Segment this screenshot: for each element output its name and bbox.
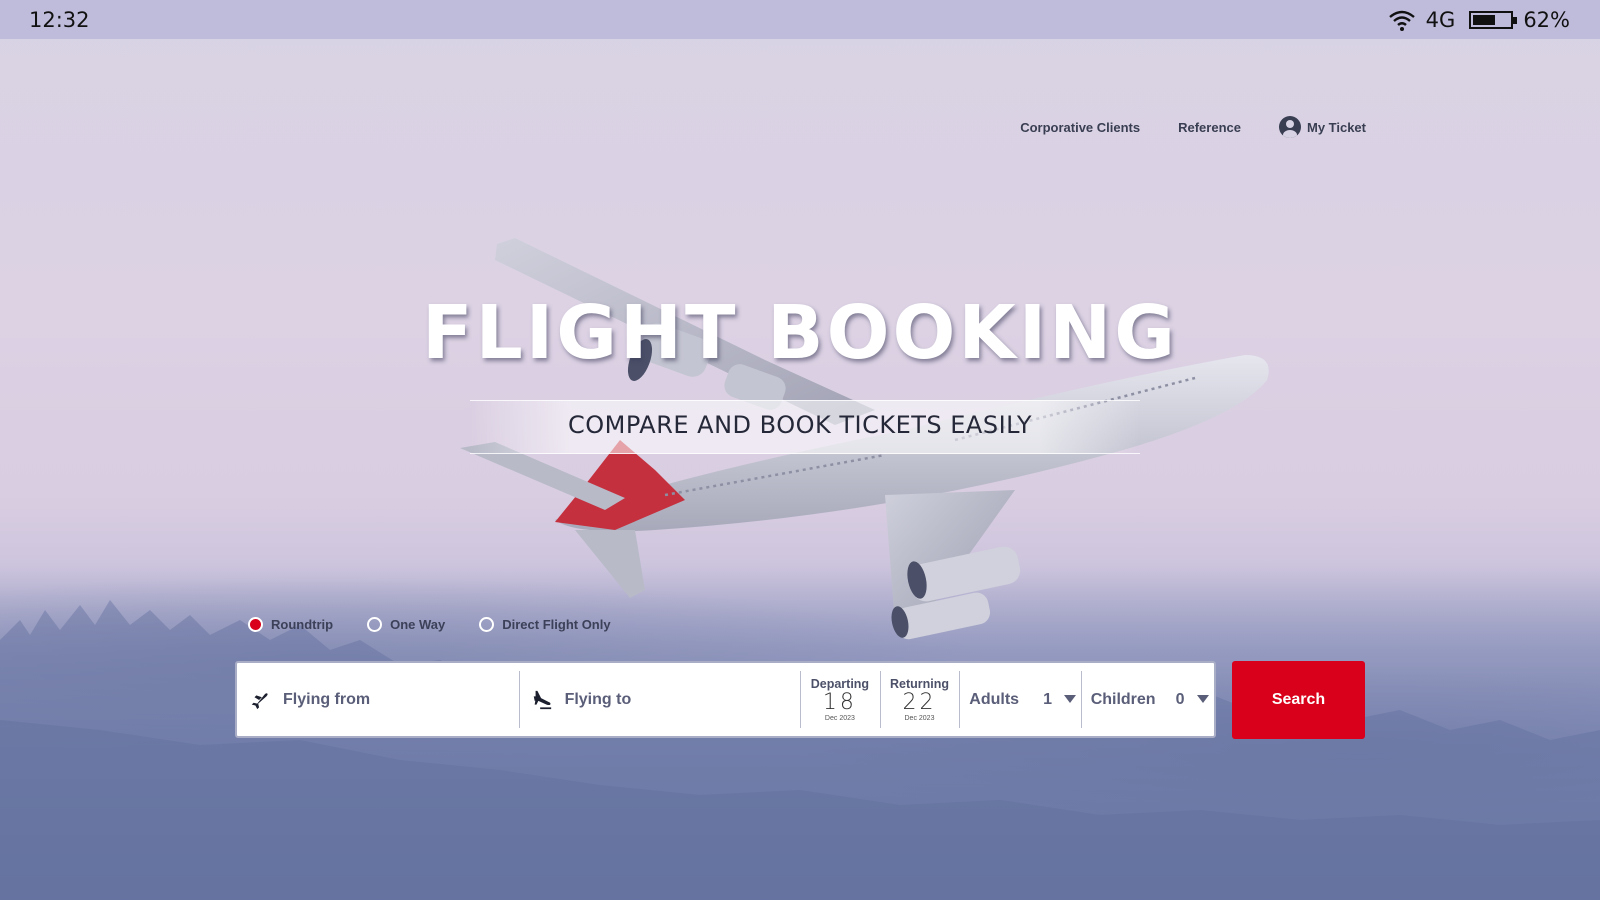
- radio-label: Roundtrip: [271, 617, 334, 632]
- caret-down-icon: [1196, 695, 1209, 704]
- top-navigation: Corporative Clients Reference My Ticket: [1020, 116, 1366, 138]
- radio-one-way[interactable]: One Way: [367, 617, 445, 632]
- adults-value: 1: [1043, 690, 1052, 708]
- nav-corporative-clients[interactable]: Corporative Clients: [1020, 120, 1140, 135]
- departing-label: Departing: [810, 677, 870, 691]
- radio-label: One Way: [390, 617, 446, 632]
- flying-to-field[interactable]: Flying to: [518, 663, 801, 736]
- radio-label: Direct Flight Only: [502, 617, 611, 632]
- returning-day: 22: [902, 690, 937, 715]
- adults-select[interactable]: Adults 1: [959, 663, 1080, 736]
- hero-title: FLIGHT BOOKING: [422, 290, 1178, 376]
- nav-reference[interactable]: Reference: [1178, 120, 1241, 135]
- battery-percent: 62%: [1523, 7, 1570, 32]
- adults-value-wrap: 1: [1043, 690, 1077, 709]
- wifi-icon: [1388, 10, 1415, 31]
- search-button[interactable]: Search: [1232, 661, 1365, 739]
- radio-indicator[interactable]: [367, 617, 383, 632]
- hero-subtitle: COMPARE AND BOOK TICKETS EASILY: [567, 411, 1032, 439]
- flying-from-field[interactable]: Flying from: [237, 663, 519, 736]
- trip-type-options: Roundtrip One Way Direct Flight Only: [248, 617, 611, 632]
- children-label: Children: [1090, 690, 1156, 708]
- radio-roundtrip[interactable]: Roundtrip: [248, 617, 333, 632]
- flying-to-placeholder: Flying to: [564, 690, 632, 708]
- radio-indicator[interactable]: [479, 617, 495, 632]
- radio-direct-flight-only[interactable]: Direct Flight Only: [479, 617, 611, 632]
- children-value-wrap: 0: [1176, 691, 1209, 709]
- nav-my-ticket-label: My Ticket: [1306, 119, 1366, 135]
- departing-day: 18: [822, 690, 857, 715]
- departure-plane-icon: [251, 692, 268, 709]
- flight-search-form: Flying from Flying to Departing 18 Dec 2…: [235, 661, 1216, 738]
- returning-label: Returning: [889, 677, 949, 691]
- user-circle-icon: [1278, 116, 1301, 138]
- returning-date-field[interactable]: Returning 22 Dec 2023: [879, 663, 960, 736]
- departing-date-field[interactable]: Departing 18 Dec 2023: [800, 663, 880, 736]
- status-time: 12:32: [29, 7, 90, 32]
- adults-label: Adults: [969, 690, 1020, 708]
- radio-indicator[interactable]: [248, 617, 263, 632]
- children-select[interactable]: Children 0: [1080, 663, 1214, 736]
- battery-icon: [1469, 10, 1518, 29]
- status-bar: 12:32 4G 62%: [0, 0, 1600, 39]
- nav-my-ticket[interactable]: My Ticket: [1278, 116, 1366, 138]
- caret-down-icon: [1064, 695, 1077, 704]
- arrival-plane-icon: [533, 690, 551, 709]
- flying-from-placeholder: Flying from: [283, 690, 371, 708]
- returning-month: Dec 2023: [904, 715, 935, 722]
- network-type: 4G: [1425, 7, 1456, 32]
- children-value: 0: [1175, 690, 1185, 708]
- departing-month: Dec 2023: [824, 715, 855, 722]
